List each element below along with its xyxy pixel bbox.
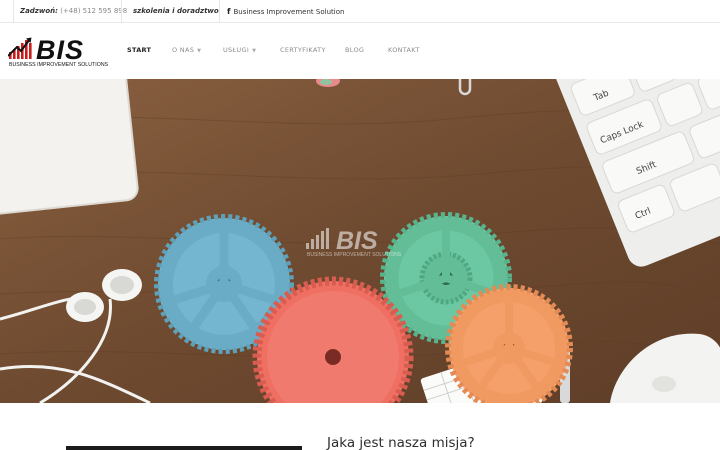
facebook-link-text: Business Improvement Solution (233, 8, 345, 16)
video-thumbnail[interactable] (66, 446, 302, 450)
phone-contact[interactable]: Zadzwoń: (+48) 512 595 898 (20, 0, 127, 23)
nav-kontakt[interactable]: KONTAKT (388, 46, 420, 54)
facebook-icon: f (227, 7, 231, 16)
watermark-subtitle: BUSINESS IMPROVEMENT SOLUTIONS (307, 252, 402, 258)
nav-o-nas[interactable]: O NAS ▼ (172, 46, 201, 54)
tagline-text: szkolenia i doradztwo (133, 7, 219, 15)
top-bar-divider (13, 0, 14, 23)
nav-blog-label: BLOG (345, 46, 365, 54)
nav-uslugi[interactable]: USŁUGI ▼ (223, 46, 256, 54)
phone-number[interactable]: (+48) 512 595 898 (60, 7, 127, 15)
logo[interactable]: BIS BUSINESS IMPROVEMENT SOLUTIONS (7, 34, 114, 70)
mission-heading: Jaka jest nasza misja? (327, 435, 475, 450)
gear-red (252, 276, 414, 403)
nav-certyfikaty[interactable]: CERTYFIKATY (280, 46, 326, 54)
nav-uslugi-label: USŁUGI (223, 46, 250, 54)
nav-o-nas-label: O NAS (172, 46, 195, 54)
nav-blog[interactable]: BLOG (345, 46, 364, 54)
gear-orange (445, 284, 573, 403)
site-header: BIS BUSINESS IMPROVEMENT SOLUTIONS START… (0, 23, 720, 79)
logo-text: BIS (36, 35, 84, 64)
logo-subtitle: BUSINESS IMPROVEMENT SOLUTIONS (9, 62, 109, 68)
hero-banner: Tab Caps Lock Shift Ctrl A Q (0, 79, 720, 403)
chevron-down-icon: ▼ (252, 48, 257, 54)
top-bar-divider (121, 0, 122, 23)
chevron-down-icon: ▼ (197, 48, 202, 54)
top-bar-divider (219, 0, 220, 23)
top-bar: Zadzwoń: (+48) 512 595 898 szkolenia i d… (0, 0, 720, 23)
nav-kontakt-label: KONTAKT (388, 46, 420, 54)
phone-label: Zadzwoń: (20, 7, 58, 15)
watermark-text: BIS (336, 227, 378, 255)
facebook-link[interactable]: f Business Improvement Solution (227, 0, 344, 23)
nav-start-label: START (127, 46, 152, 54)
nav-certyfikaty-label: CERTYFIKATY (280, 46, 326, 54)
logo-mark: BIS (7, 35, 84, 65)
hero-image: Tab Caps Lock Shift Ctrl A Q (0, 79, 720, 403)
nav-start[interactable]: START (127, 46, 151, 54)
notebook (0, 79, 139, 217)
tagline: szkolenia i doradztwo (133, 0, 219, 23)
